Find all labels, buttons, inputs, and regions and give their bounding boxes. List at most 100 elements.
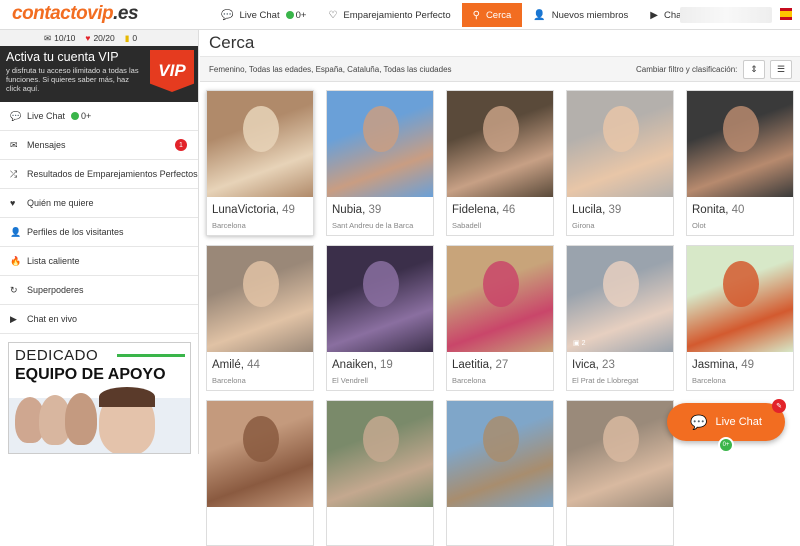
profile-photo[interactable] (687, 91, 793, 197)
support-accent-bar (117, 354, 185, 357)
support-line2: EQUIPO DE APOYO (15, 366, 166, 383)
heart-outline-icon: ♡ (328, 9, 338, 21)
profile-name[interactable]: Ivica, 23 (572, 359, 615, 371)
profile-name[interactable]: Jasmina, 49 (692, 359, 754, 371)
unread-badge: 1 (175, 139, 187, 151)
nav-label: Cerca (485, 9, 512, 21)
language-flag-icon[interactable] (780, 8, 792, 20)
profile-card[interactable]: Jasmina, 49 Barcelona (686, 245, 794, 391)
profile-name[interactable]: Lucila, 39 (572, 204, 621, 216)
profile-photo[interactable] (327, 401, 433, 507)
profile-name[interactable]: Nubia, 39 (332, 204, 381, 216)
hearts-stat: ♥ 20/20 (85, 33, 115, 43)
sidebar-item-chat-en-vivo[interactable]: ▶ Chat en vivo (0, 305, 198, 334)
profile-photo[interactable] (207, 246, 313, 352)
profile-photo[interactable] (567, 91, 673, 197)
profile-card[interactable]: LunaVictoria, 49 Barcelona (206, 90, 314, 236)
sidebar-item-resultados-de-emparejamientos-perfectos[interactable]: ⤮ Resultados de Emparejamientos Perfectos (0, 160, 198, 189)
profile-photo[interactable] (207, 401, 313, 507)
profile-photo[interactable] (567, 401, 673, 507)
sidebar-item-lista-caliente[interactable]: 🔥 Lista caliente (0, 247, 198, 276)
user-icon: 👤 (533, 9, 546, 21)
profile-photo[interactable]: ▣ 2 (567, 246, 673, 352)
sidebar-item-label: Live Chat (27, 111, 66, 121)
profile-photo[interactable] (687, 246, 793, 352)
profile-photo[interactable] (327, 246, 433, 352)
sidebar-item-superpoderes[interactable]: ↻ Superpoderes (0, 276, 198, 305)
profile-city: El Prat de Llobregat (572, 376, 639, 385)
profile-age: 44 (247, 359, 260, 371)
profile-card[interactable]: Anaiken, 19 El Vendrell (326, 245, 434, 391)
profile-age: 46 (502, 204, 516, 216)
profile-card[interactable]: Amilé, 44 Barcelona (206, 245, 314, 391)
sidebar-item-label: Superpoderes (27, 285, 84, 295)
fire-icon: 🔥 (10, 255, 22, 266)
profile-card[interactable]: Ronita, 40 Olot (686, 90, 794, 236)
profile-age: 39 (608, 204, 622, 216)
support-team-banner[interactable]: DEDICADO EQUIPO DE APOYO (8, 342, 191, 454)
sidebar-menu: 💬 Live Chat 0+ ✉ Mensajes 1 ⤮ Resultados de Emp… (0, 102, 198, 334)
location-pin-icon: ⚲ (472, 9, 480, 21)
profile-name[interactable]: LunaVictoria, 49 (212, 204, 295, 216)
profile-name[interactable]: Ronita, 40 (692, 204, 744, 216)
profile-age: 23 (602, 359, 615, 371)
profile-card[interactable]: Laetitia, 27 Barcelona (446, 245, 554, 391)
profile-card[interactable] (206, 400, 314, 546)
profile-photo[interactable] (447, 91, 553, 197)
sidebar-item-quién-me-quiere[interactable]: ♥ Quién me quiere (0, 189, 198, 218)
profile-card[interactable]: Nubia, 39 Sant Andreu de la Barca (326, 90, 434, 236)
profile-card[interactable] (326, 400, 434, 546)
nav-count: 0+ (295, 9, 307, 21)
refresh-icon: ↻ (10, 284, 18, 295)
camera-icon: ▣ (573, 340, 582, 347)
chat-bubbles-icon: 💬 (690, 413, 708, 430)
profile-photo[interactable] (447, 401, 553, 507)
profile-name[interactable]: Amilé, 44 (212, 359, 260, 371)
sidebar-item-mensajes[interactable]: ✉ Mensajes 1 (0, 131, 198, 160)
sliders-icon: ☰ (776, 64, 786, 74)
profile-card[interactable] (446, 400, 554, 546)
user-menu[interactable] (680, 7, 772, 23)
profile-card[interactable]: ▣ 2 Ivica, 23 El Prat de Llobregat (566, 245, 674, 391)
user-icon: 👤 (10, 226, 22, 237)
nav-label: Emparejamiento Perfecto (343, 9, 451, 21)
live-chat-float-button[interactable]: 💬 Live Chat (667, 403, 785, 441)
sort-label: Cambiar filtro y clasificación: (636, 65, 738, 74)
profile-photo[interactable] (327, 91, 433, 197)
sidebar-item-count: 0+ (81, 111, 92, 121)
envelope-icon: ✉ (10, 139, 18, 150)
profile-card[interactable]: Fidelena, 46 Sabadell (446, 90, 554, 236)
coins-stat: ▮ 0 (124, 32, 138, 43)
profile-name[interactable]: Fidelena, 46 (452, 204, 515, 216)
online-dot-icon (285, 11, 294, 19)
profile-city: Olot (692, 221, 706, 230)
sort-button[interactable]: ⇕ (743, 60, 765, 79)
nav-item-live-chat[interactable]: 💬 Live Chat 0+ (210, 3, 317, 27)
filter-settings-button[interactable]: ☰ (770, 60, 792, 79)
sidebar-item-label: Chat en vivo (27, 314, 78, 324)
shuffle-icon: ⤮ (10, 168, 18, 179)
sort-arrows-icon: ⇕ (750, 64, 758, 74)
nav-item-emparejamiento-perfecto[interactable]: ♡ Emparejamiento Perfecto (317, 3, 461, 27)
profile-city: Girona (572, 221, 595, 230)
live-chat-float-label: Live Chat (715, 416, 762, 428)
sidebar-item-perfiles-de-los-visitantes[interactable]: 👤 Perfiles de los visitantes (0, 218, 198, 247)
online-dot-icon (71, 112, 80, 120)
profile-photo[interactable] (207, 91, 313, 197)
profile-age: 39 (368, 204, 382, 216)
profile-age: 19 (379, 359, 393, 371)
pencil-icon[interactable]: ✎ (772, 399, 786, 413)
sidebar-item-live-chat[interactable]: 💬 Live Chat 0+ (0, 102, 198, 131)
site-logo[interactable]: contactovip.es (12, 3, 139, 25)
sidebar-item-label: Quién me quiere (27, 198, 94, 208)
nav-item-cerca[interactable]: ⚲ Cerca (461, 3, 523, 27)
profile-city: Sant Andreu de la Barca (332, 221, 414, 230)
profile-photo[interactable] (447, 246, 553, 352)
coins-icon: ▮ (124, 32, 130, 43)
profile-name[interactable]: Laetitia, 27 (452, 359, 508, 371)
profile-card[interactable] (566, 400, 674, 546)
profile-card[interactable]: Lucila, 39 Girona (566, 90, 674, 236)
nav-item-nuevos-miembros[interactable]: 👤 Nuevos miembros (522, 3, 639, 27)
profile-name[interactable]: Anaiken, 19 (332, 359, 393, 371)
vip-banner[interactable]: Activa tu cuenta VIP y disfruta tu acces… (0, 46, 198, 102)
